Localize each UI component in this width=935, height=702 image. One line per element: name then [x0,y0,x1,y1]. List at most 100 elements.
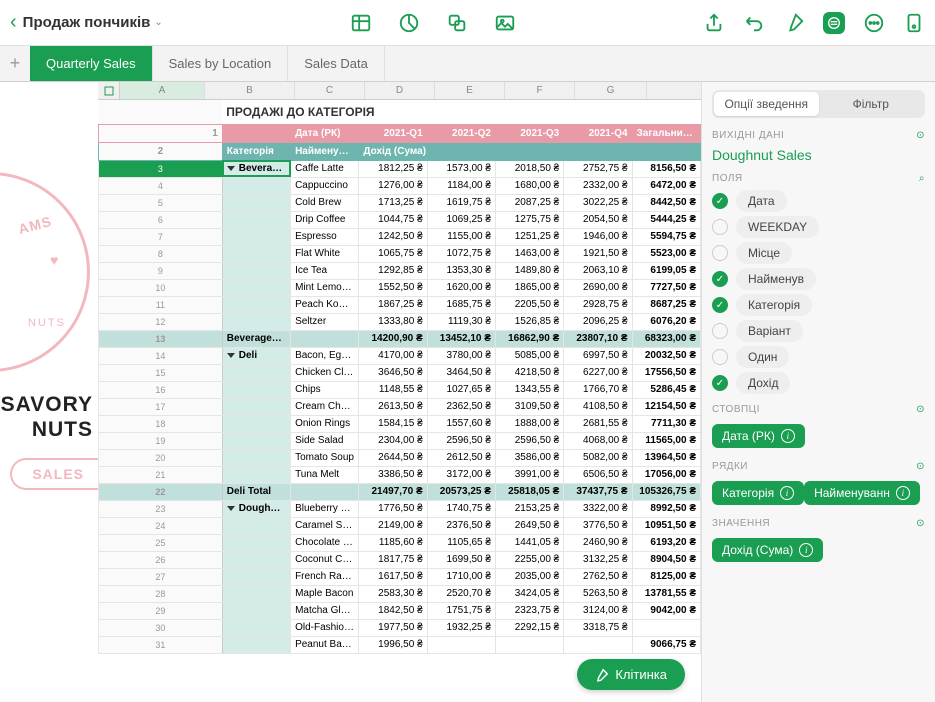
sheet-background-art: AMS ♥ NUTS SAVORYNUTS SALES [0,82,98,702]
col-header[interactable]: G [575,82,647,99]
source-table-name[interactable]: Doughnut Sales [712,147,925,163]
field-row[interactable]: Варіант [712,320,925,342]
table-row[interactable]: 7Espresso1242,50 ₴1155,00 ₴1251,25 ₴1946… [99,228,701,245]
field-label: Місце [736,242,792,264]
table-row[interactable]: 3BeveragesCaffe Latte1812,25 ₴1573,00 ₴2… [99,160,701,177]
table-row[interactable]: 29Matcha Glaze1842,50 ₴1751,75 ₴2323,75 … [99,602,701,619]
field-checkbox[interactable]: ✓ [712,375,728,391]
col-header[interactable]: A [120,82,205,99]
table-row[interactable]: 4Cappuccino1276,00 ₴1184,00 ₴1680,00 ₴23… [99,177,701,194]
table-row[interactable]: 17Cream Cheese2613,50 ₴2362,50 ₴3109,50 … [99,398,701,415]
info-icon[interactable]: i [896,486,910,500]
table-row[interactable]: 11Peach Kombucha1867,25 ₴1685,75 ₴2205,5… [99,296,701,313]
col-header[interactable]: F [505,82,575,99]
info-icon[interactable]: i [799,543,813,557]
field-row[interactable]: ✓ Найменув [712,268,925,290]
table-row[interactable]: 6Drip Coffee1044,75 ₴1069,25 ₴1275,75 ₴2… [99,211,701,228]
table-row[interactable]: 14DeliBacon, Egg, Cheese4170,00 ₴3780,00… [99,347,701,364]
shape-icon[interactable] [446,12,468,34]
table-row[interactable]: 25Chocolate Glaze1185,60 ₴1105,65 ₴1441,… [99,534,701,551]
document-settings-icon[interactable] [903,12,925,34]
add-sheet-button[interactable]: + [0,46,30,81]
select-all-corner[interactable] [98,82,120,99]
chart-icon[interactable] [398,12,420,34]
more-icon[interactable] [863,12,885,34]
table-icon[interactable] [350,12,372,34]
pivot-pill[interactable]: Категоріяi [712,481,804,505]
field-checkbox[interactable] [712,323,728,339]
segment-pivot-options[interactable]: Опції зведення [714,92,819,116]
table-row[interactable]: 13Beverages Total14200,90 ₴13452,10 ₴168… [99,330,701,347]
table-row[interactable]: 30Old-Fashioned1977,50 ₴1932,25 ₴2292,15… [99,619,701,636]
info-icon[interactable]: i [780,486,794,500]
pivot-options-icon[interactable] [823,12,845,34]
table-row[interactable]: 15Chicken Club3646,50 ₴3464,50 ₴4218,50 … [99,364,701,381]
table-row[interactable]: 10Mint Lemonade1552,50 ₴1620,00 ₴1865,00… [99,279,701,296]
undo-icon[interactable] [743,12,765,34]
col-header[interactable]: B [205,82,295,99]
field-row[interactable]: WEEKDAY [712,216,925,238]
sheet-tab-quarterly[interactable]: Quarterly Sales [30,46,153,81]
field-checkbox[interactable] [712,349,728,365]
table-row[interactable]: 12Seltzer1333,80 ₴1119,30 ₴1526,85 ₴2096… [99,313,701,330]
sheet-tab-location[interactable]: Sales by Location [153,46,289,81]
pivot-pill[interactable]: Найменуваннi [804,481,920,505]
spreadsheet-grid[interactable]: A B C D E F G ПРОДАЖІ ДО КАТЕГОРІЯ 1 Дат… [98,82,701,702]
cell-action-button[interactable]: Клітинка [577,659,685,690]
sheet-tab-data[interactable]: Sales Data [288,46,385,81]
table-row[interactable]: 23DoughnutsBlueberry Jelly1776,50 ₴1740,… [99,500,701,517]
field-label: Найменув [736,268,816,290]
col-header[interactable]: E [435,82,505,99]
table-row[interactable]: 28Maple Bacon2583,30 ₴2520,70 ₴3424,05 ₴… [99,585,701,602]
col-header[interactable]: C [295,82,365,99]
media-icon[interactable] [494,12,516,34]
field-row[interactable]: Один [712,346,925,368]
table-row[interactable]: 5Cold Brew1713,25 ₴1619,75 ₴2087,25 ₴302… [99,194,701,211]
segment-filter[interactable]: Фільтр [819,92,924,116]
table-row[interactable]: 22Deli Total21497,70 ₴20573,25 ₴25818,05… [99,483,701,500]
columns-more-icon[interactable]: ⊙ [916,404,925,415]
field-row[interactable]: Місце [712,242,925,264]
table-row[interactable]: 31Peanut Banana1996,50 ₴9066,75 ₴ [99,636,701,653]
table-row[interactable]: 19Side Salad2304,00 ₴2596,50 ₴2596,50 ₴4… [99,432,701,449]
field-row[interactable]: ✓ Дата [712,190,925,212]
back-chevron-icon[interactable]: ‹ [10,11,17,34]
field-checkbox[interactable] [712,245,728,261]
pivot-pill[interactable]: Дата (РК)i [712,424,805,448]
col-header[interactable]: D [365,82,435,99]
values-heading: ЗНАЧЕННЯ [712,518,770,529]
table-row[interactable]: 8Flat White1065,75 ₴1072,75 ₴1463,00 ₴19… [99,245,701,262]
field-label: Дохід [736,372,790,394]
search-fields-icon[interactable]: ⌕ [919,173,925,184]
field-label: Варіант [736,320,803,342]
field-checkbox[interactable]: ✓ [712,271,728,287]
source-more-icon[interactable]: ⊙ [916,130,925,141]
info-icon[interactable]: i [781,429,795,443]
field-checkbox[interactable] [712,219,728,235]
field-row[interactable]: ✓ Дохід [712,372,925,394]
table-row[interactable]: 21Tuna Melt3386,50 ₴3172,00 ₴3991,00 ₴65… [99,466,701,483]
document-title[interactable]: Продаж пончиків [23,14,151,31]
rows-more-icon[interactable]: ⊙ [916,461,925,472]
share-icon[interactable] [703,12,725,34]
field-checkbox[interactable]: ✓ [712,193,728,209]
table-title[interactable]: ПРОДАЖІ ДО КАТЕГОРІЯ [222,100,700,124]
table-row[interactable]: 27French Raspberry1617,50 ₴1710,00 ₴2035… [99,568,701,585]
document-dropdown-icon[interactable]: ⌄ [154,17,162,28]
field-checkbox[interactable]: ✓ [712,297,728,313]
table-row[interactable]: 16Chips1148,55 ₴1027,65 ₴1343,55 ₴1766,7… [99,381,701,398]
sidebar-segment: Опції зведення Фільтр [712,90,925,118]
table-row[interactable]: 26Coconut Cream1817,75 ₴1699,50 ₴2255,00… [99,551,701,568]
field-label: Дата [736,190,787,212]
table-row[interactable]: 9Ice Tea1292,85 ₴1353,30 ₴1489,80 ₴2063,… [99,262,701,279]
table-row[interactable]: 20Tomato Soup2644,50 ₴2612,50 ₴3586,00 ₴… [99,449,701,466]
table-row[interactable]: 24Caramel Saffron2149,00 ₴2376,50 ₴2649,… [99,517,701,534]
values-more-icon[interactable]: ⊙ [916,518,925,529]
columns-heading: СТОВПЦІ [712,404,760,415]
field-row[interactable]: ✓ Категорія [712,294,925,316]
table-row[interactable]: 18Onion Rings1584,15 ₴1557,60 ₴1888,00 ₴… [99,415,701,432]
pivot-pill[interactable]: Дохід (Сума)i [712,538,823,562]
field-label: Категорія [736,294,812,316]
field-label: Один [736,346,789,368]
format-brush-icon[interactable] [783,12,805,34]
